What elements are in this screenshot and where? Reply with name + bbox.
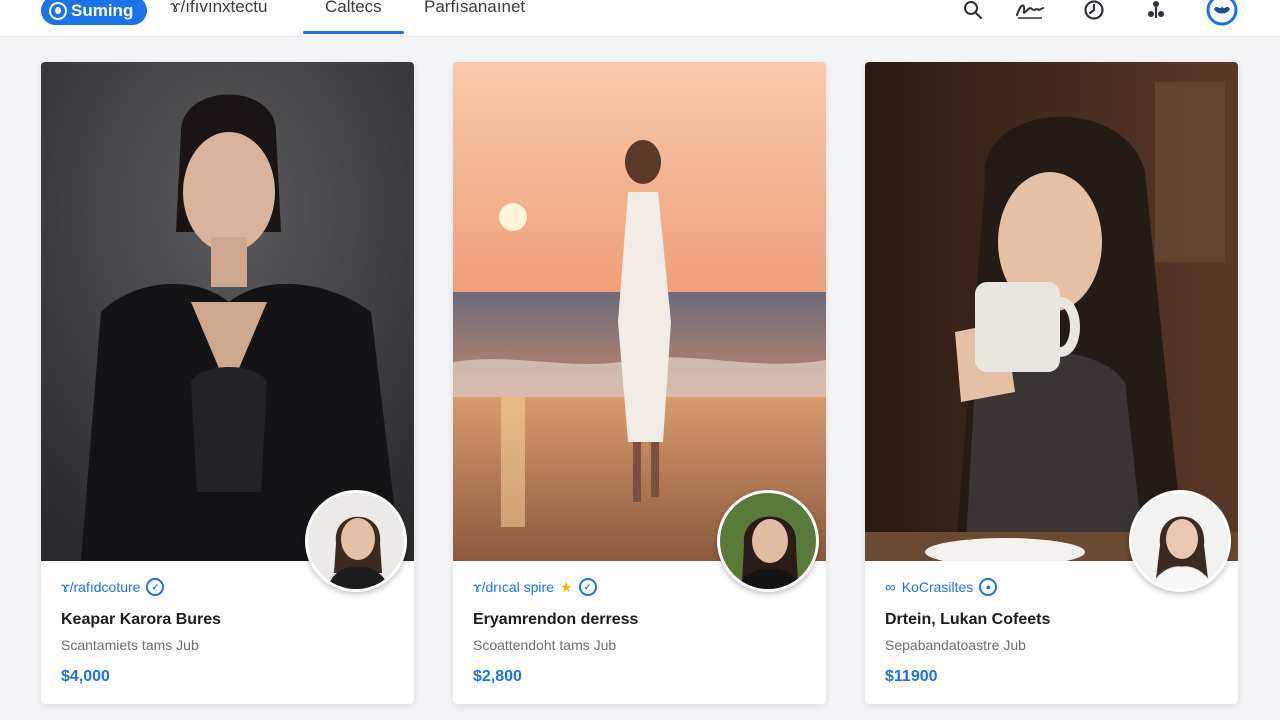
listing-price-1: $4,000 (61, 668, 110, 685)
brand-label: Suming (71, 0, 134, 20)
signature-icon[interactable] (1014, 0, 1046, 24)
listing-subtitle-1: Scantamiets tams Jub (61, 637, 199, 653)
top-navigation-bar: Suming ɤ/ıfıvınxtectu Caltecs Parfısanaı… (0, 0, 1280, 37)
listing-photo-3[interactable] (865, 62, 1238, 561)
category-label-1: ɤ/rafıdcoture (61, 579, 141, 595)
user-badge-icon: ● (979, 578, 998, 596)
listing-card-3[interactable]: ∞ KoCrasiltes ● Drtein, Lukan Cofeets Se… (865, 62, 1238, 704)
listing-price-3: $11900 (885, 668, 938, 685)
verified-badge-icon: ✓ (578, 578, 597, 596)
nav-item-2-label: Caltecs (325, 0, 382, 16)
listing-subtitle-2: Scoattendoht tams Jub (473, 637, 617, 653)
listing-category-2: ɤ/drıcal spire ★ ✓ (473, 578, 597, 596)
listing-card-2[interactable]: ɤ/drıcal spire ★ ✓ Eryamrendon derress S… (453, 62, 826, 704)
verified-badge-icon: ✓ (146, 578, 165, 596)
search-icon[interactable] (959, 0, 987, 24)
profile-badge-icon[interactable] (1206, 0, 1238, 26)
listing-photo-1[interactable] (41, 62, 414, 561)
listing-price-2: $2,800 (473, 668, 522, 685)
link-icon: ∞ (885, 578, 896, 596)
listing-title-2[interactable]: Eryamrendon derress (473, 611, 638, 629)
nav-item-2[interactable]: Caltecs (303, 0, 404, 34)
listing-category-3: ∞ KoCrasiltes ● (885, 578, 998, 596)
nav-item-1-label: ɤ/ıfıvınxtectu (170, 0, 268, 16)
listing-title-3[interactable]: Drtein, Lukan Cofeets (885, 611, 1050, 629)
listing-card-1[interactable]: ɤ/rafıdcoture ✓ Keapar Karora Bures Scan… (41, 62, 414, 704)
nav-item-1[interactable]: ɤ/ıfıvınxtectu (170, 0, 267, 17)
seller-avatar-2[interactable] (717, 490, 819, 592)
star-icon: ★ (560, 578, 573, 595)
nav-item-3[interactable]: Parfısanaınet (424, 0, 525, 17)
category-label-3: KoCrasiltes (901, 579, 974, 595)
history-icon[interactable] (1080, 0, 1108, 24)
brand-logo-button[interactable]: Suming (41, 0, 148, 25)
listing-title-1[interactable]: Keapar Karora Bures (61, 611, 221, 629)
listing-category-1: ɤ/rafıdcoture ✓ (61, 578, 165, 596)
listing-photo-2[interactable] (453, 62, 826, 561)
nav-item-3-label: Parfısanaınet (424, 0, 526, 16)
brand-logo-icon (49, 1, 67, 20)
seller-avatar-1[interactable] (305, 490, 407, 592)
share-icon[interactable] (1142, 0, 1170, 24)
seller-avatar-3[interactable] (1129, 490, 1231, 592)
category-label-2: ɤ/drıcal spire (473, 579, 554, 595)
listing-subtitle-3: Sepabandatoastre Jub (885, 637, 1026, 653)
